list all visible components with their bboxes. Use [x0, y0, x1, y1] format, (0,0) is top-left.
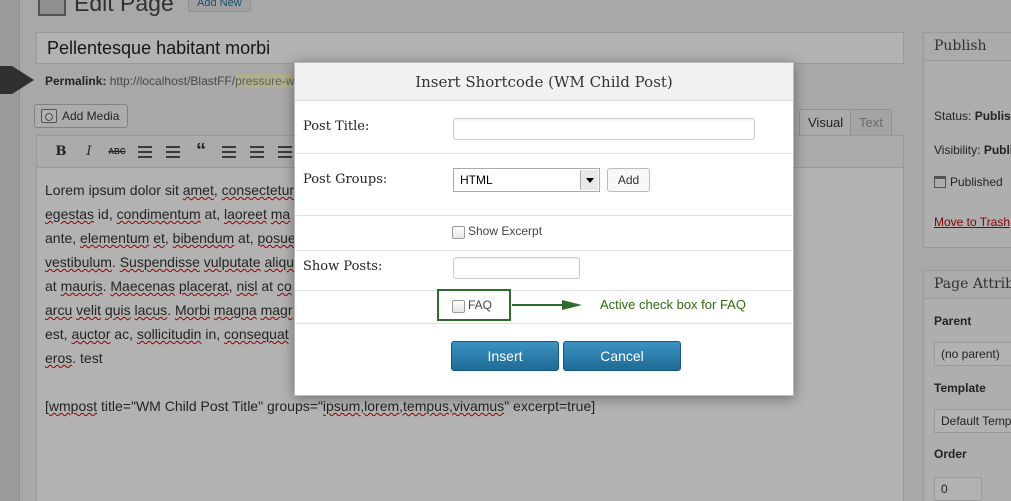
post-groups-label: Post Groups:: [303, 172, 388, 187]
post-groups-select[interactable]: HTML: [453, 168, 600, 192]
post-title-row: Post Title:: [295, 101, 793, 154]
chevron-down-icon[interactable]: [580, 170, 598, 190]
show-excerpt-label: Show Excerpt: [468, 224, 543, 238]
cancel-button[interactable]: Cancel: [563, 341, 681, 371]
add-group-button[interactable]: Add: [607, 168, 650, 192]
show-excerpt-row: Show Excerpt: [295, 216, 793, 251]
dialog-title: Insert Shortcode (WM Child Post): [295, 63, 793, 101]
annotation-arrow: [512, 304, 564, 306]
post-title-input[interactable]: [453, 118, 755, 140]
post-groups-value: HTML: [460, 173, 493, 187]
faq-highlight-box: [437, 289, 511, 321]
annotation-text: Active check box for FAQ: [600, 297, 746, 312]
dialog-divider: [295, 323, 793, 324]
arrow-right-icon: [562, 300, 582, 310]
post-groups-row: Post Groups: HTML Add: [295, 154, 793, 216]
insert-button[interactable]: Insert: [451, 341, 559, 371]
show-posts-row: Show Posts:: [295, 251, 793, 291]
show-excerpt-checkbox[interactable]: [452, 226, 465, 239]
show-posts-input[interactable]: [453, 257, 580, 279]
show-posts-label: Show Posts:: [303, 259, 383, 274]
post-title-label: Post Title:: [303, 119, 370, 134]
